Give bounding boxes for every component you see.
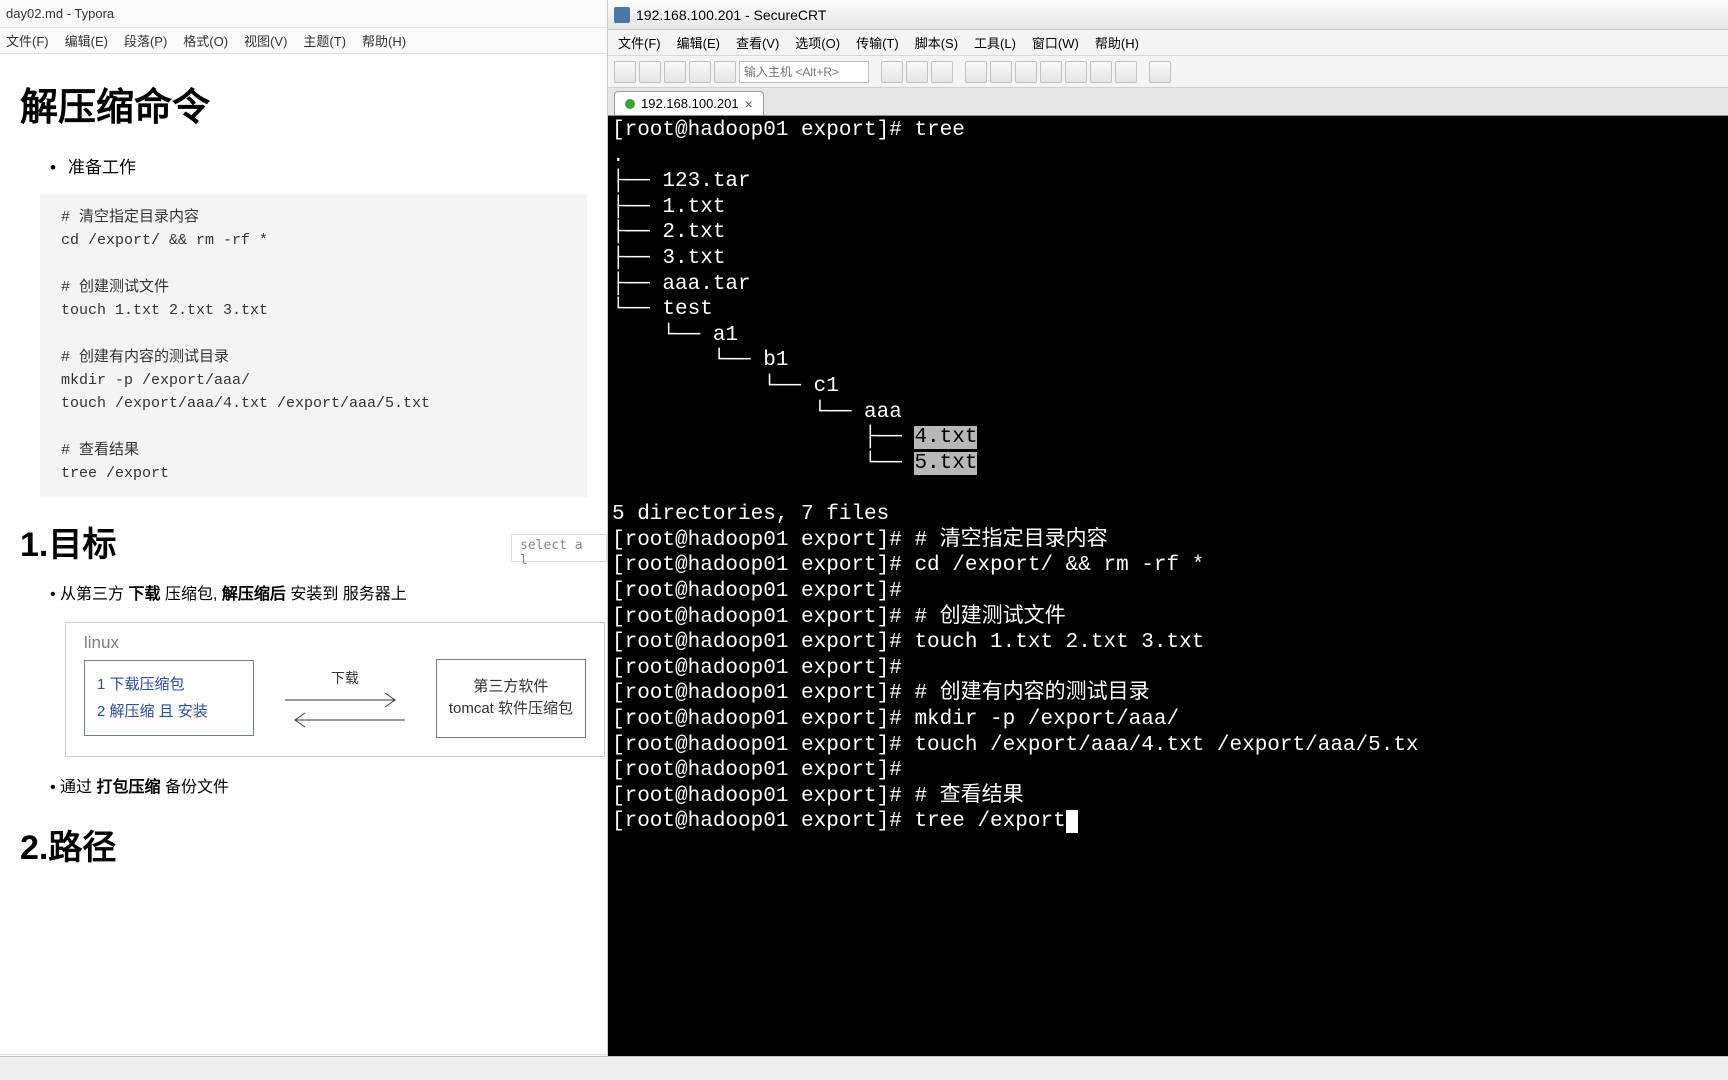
crt-menu-tools[interactable]: 工具(L) — [974, 33, 1016, 52]
tb-help-icon[interactable] — [1115, 61, 1137, 83]
page-title: 解压缩命令 — [20, 76, 587, 131]
tb-paste-icon[interactable] — [906, 61, 928, 83]
typora-titlebar: day02.md - Typora — [0, 0, 607, 28]
crt-title-text: 192.168.100.201 - SecureCRT — [636, 7, 826, 23]
tb-app-icon[interactable] — [1149, 61, 1171, 83]
h2-goal: 1.目标 — [20, 517, 587, 566]
diagram-title: linux — [84, 633, 586, 653]
goal-bullet: • 从第三方 下载 压缩包, 解压缩后 安装到 服务器上 — [50, 582, 587, 608]
arrow-right-icon — [285, 690, 405, 710]
terminal[interactable]: [root@hadoop01 export]# tree . ├── 123.t… — [608, 116, 1728, 1056]
crt-app-icon — [614, 7, 630, 23]
menu-theme[interactable]: 主题(T) — [303, 31, 346, 50]
tb-print-icon[interactable] — [965, 61, 987, 83]
tb-copy-icon[interactable] — [881, 61, 903, 83]
tb-log-icon[interactable] — [1015, 61, 1037, 83]
typora-menubar: 文件(F) 编辑(E) 段落(P) 格式(O) 视图(V) 主题(T) 帮助(H… — [0, 28, 607, 54]
menu-format[interactable]: 格式(O) — [183, 31, 228, 50]
crt-menu-edit[interactable]: 编辑(E) — [677, 33, 720, 52]
backup-bullet: • 通过 打包压缩 备份文件 — [50, 775, 587, 801]
crt-menu-transfer[interactable]: 传输(T) — [856, 33, 899, 52]
arrow-left-icon — [285, 710, 405, 730]
h2-path: 2.路径 — [20, 820, 587, 869]
crt-menu-view[interactable]: 查看(V) — [736, 33, 779, 52]
crt-toolbar — [608, 56, 1728, 88]
arrow-label: 下载 — [331, 668, 359, 688]
tab-close-icon[interactable]: × — [745, 96, 753, 112]
lang-selector[interactable]: select a l — [511, 534, 607, 562]
tb-save-icon[interactable] — [990, 61, 1012, 83]
diagram-arrows: 下载 — [254, 666, 436, 730]
tb-key-icon[interactable] — [1090, 61, 1112, 83]
tb-reconnect-icon[interactable] — [664, 61, 686, 83]
bullet-prep: 准备工作 — [50, 153, 587, 178]
tb-connect-icon[interactable] — [614, 61, 636, 83]
tb-cancel-icon[interactable] — [714, 61, 736, 83]
crt-menu-options[interactable]: 选项(O) — [795, 33, 840, 52]
menu-paragraph[interactable]: 段落(P) — [124, 31, 167, 50]
crt-menu-file[interactable]: 文件(F) — [618, 33, 661, 52]
tab-label: 192.168.100.201 — [641, 96, 739, 111]
typora-title-text: day02.md - Typora — [6, 6, 114, 21]
crt-menu-script[interactable]: 脚本(S) — [915, 33, 958, 52]
crt-menu-help[interactable]: 帮助(H) — [1095, 33, 1139, 52]
tb-script-icon[interactable] — [1040, 61, 1062, 83]
tb-disconnect-icon[interactable] — [689, 61, 711, 83]
crt-menubar: 文件(F) 编辑(E) 查看(V) 选项(O) 传输(T) 脚本(S) 工具(L… — [608, 30, 1728, 56]
crt-tab-active[interactable]: 192.168.100.201 × — [614, 91, 764, 115]
typora-window: day02.md - Typora 文件(F) 编辑(E) 段落(P) 格式(O… — [0, 0, 608, 1080]
crt-titlebar: 192.168.100.201 - SecureCRT — [608, 0, 1728, 30]
menu-view[interactable]: 视图(V) — [244, 31, 287, 50]
code-block: # 清空指定目录内容 cd /export/ && rm -rf * # 创建测… — [40, 194, 587, 497]
diagram-box-right: 第三方软件 tomcat 软件压缩包 — [436, 659, 586, 738]
crt-tabbar: 192.168.100.201 × — [608, 88, 1728, 116]
menu-help[interactable]: 帮助(H) — [362, 31, 406, 50]
tb-find-icon[interactable] — [931, 61, 953, 83]
tb-settings-icon[interactable] — [1065, 61, 1087, 83]
host-input[interactable] — [739, 61, 869, 83]
tb-quick-icon[interactable] — [639, 61, 661, 83]
securecrt-window: 192.168.100.201 - SecureCRT 文件(F) 编辑(E) … — [608, 0, 1728, 1080]
tab-status-icon — [625, 99, 635, 109]
menu-edit[interactable]: 编辑(E) — [65, 31, 108, 50]
typora-editor[interactable]: 解压缩命令 准备工作 # 清空指定目录内容 cd /export/ && rm … — [0, 54, 607, 1054]
crt-menu-window[interactable]: 窗口(W) — [1032, 33, 1079, 52]
diagram-box-left: 1 下载压缩包 2 解压缩 且 安装 — [84, 660, 254, 736]
windows-taskbar[interactable] — [0, 1056, 1728, 1080]
menu-file[interactable]: 文件(F) — [6, 31, 49, 50]
diagram: linux 1 下载压缩包 2 解压缩 且 安装 下载 第三方软件 tomcat… — [65, 622, 605, 757]
